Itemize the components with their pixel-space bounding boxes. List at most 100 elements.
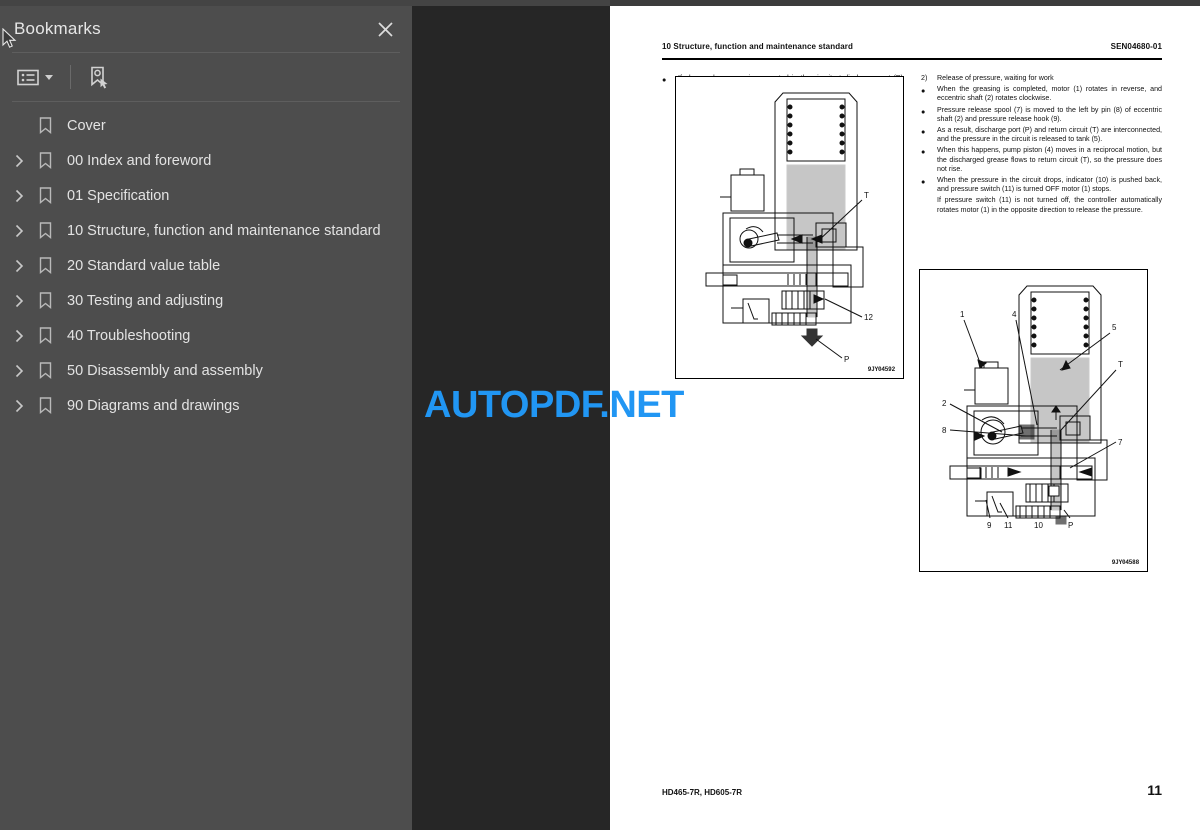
bookmark-icon (32, 115, 58, 137)
figure-2-callout-4: 4 (1012, 310, 1017, 319)
bookmark-icon (32, 360, 58, 382)
bookmark-label: 20 Standard value table (67, 257, 221, 274)
pdf-page: 10 Structure, function and maintenance s… (610, 6, 1200, 830)
pdf-reader-window: Bookmarks Cover 00 Index and foreword 01… (0, 0, 1200, 830)
header-section-title: 10 Structure, function and maintenance s… (662, 42, 853, 51)
bookmark-label: 00 Index and foreword (67, 152, 212, 169)
right-column: 2) Release of pressure, waiting for work… (921, 74, 1162, 217)
expand-placeholder (8, 115, 30, 137)
document-viewer[interactable]: 10 Structure, function and maintenance s… (412, 0, 1200, 830)
viewer-gutter (412, 6, 610, 830)
bullet-marker (921, 196, 937, 214)
paragraph-text: As a result, discharge port (P) and retu… (937, 126, 1162, 144)
bookmark-label: 30 Testing and adjusting (67, 292, 224, 309)
figure-grease-pump-safety-valve: T 12 P 9JY04592 (675, 76, 904, 379)
figure-2-callout-8: 8 (942, 426, 947, 435)
bookmark-icon (32, 220, 58, 242)
footer-model-name: HD465-7R, HD605-7R (662, 788, 743, 797)
bullet-marker: ● (921, 147, 926, 157)
paragraph: ● When the pressure in the circuit drops… (921, 176, 1162, 194)
figure-1-code: 9JY04592 (867, 366, 895, 373)
chevron-right-icon[interactable] (8, 150, 30, 172)
bookmark-item-40-troubleshooting[interactable]: 40 Troubleshooting (0, 318, 412, 353)
figure-2-callout-5: 5 (1112, 323, 1117, 332)
chevron-down-icon (45, 74, 53, 80)
chevron-right-icon[interactable] (8, 220, 30, 242)
footer-page-number: 11 (1147, 782, 1162, 798)
paragraph-text: Pressure release spool (7) is moved to t… (937, 105, 1162, 123)
chevron-right-icon[interactable] (8, 255, 30, 277)
bookmark-item-cover[interactable]: Cover (0, 108, 412, 143)
bookmark-icon (32, 255, 58, 277)
figure-2-callout-2: 2 (942, 399, 947, 408)
bookmark-label: 40 Troubleshooting (67, 327, 191, 344)
bookmark-icon (32, 395, 58, 417)
bookmark-item-50-disassembly-and-assembly[interactable]: 50 Disassembly and assembly (0, 353, 412, 388)
figure-1-callout-12: 12 (864, 313, 873, 322)
top-strip-dark-segment (610, 0, 1200, 6)
bookmarks-sidebar: Bookmarks Cover 00 Index and foreword 01… (0, 0, 412, 830)
bullet-marker: ● (921, 127, 926, 137)
bookmark-icon (32, 150, 58, 172)
bullet-marker: ● (921, 177, 926, 187)
header-document-code: SEN04680-01 (1110, 42, 1162, 51)
paragraph-text: If pressure switch (11) is not turned of… (937, 196, 1162, 214)
bookmark-item-01-specification[interactable]: 01 Specification (0, 178, 412, 213)
paragraph-text: When the pressure in the circuit drops, … (937, 176, 1162, 194)
bookmark-list: Cover 00 Index and foreword 01 Specifica… (0, 102, 412, 423)
paragraph: 2) Release of pressure, waiting for work (921, 74, 1162, 83)
paragraph-text: Release of pressure, waiting for work (937, 74, 1054, 82)
figure-1-callout-P: P (844, 355, 849, 364)
bullet-marker: ● (921, 86, 926, 96)
close-icon (377, 21, 393, 37)
figure-grease-pump-pressure-release: 1 4 5 T 2 8 7 9 11 10 P 9JY04588 (919, 269, 1148, 572)
bookmark-icon (32, 325, 58, 347)
paragraph: ● When the greasing is completed, motor … (921, 85, 1162, 103)
page-title: Bookmarks (14, 19, 101, 38)
figure-2-code: 9JY04588 (1111, 559, 1139, 566)
bookmark-item-10-structure-function-and-maintenance-standard[interactable]: 10 Structure, function and maintenance s… (0, 213, 412, 248)
bookmark-item-00-index-and-foreword[interactable]: 00 Index and foreword (0, 143, 412, 178)
document-footer: HD465-7R, HD605-7R 11 (662, 782, 1162, 798)
chevron-right-icon[interactable] (8, 290, 30, 312)
paragraph: ● When this happens, pump piston (4) mov… (921, 146, 1162, 174)
bullet-marker: ● (921, 106, 926, 116)
new-bookmark-button[interactable] (85, 62, 113, 93)
bookmark-item-30-testing-and-adjusting[interactable]: 30 Testing and adjusting (0, 283, 412, 318)
paragraph: ● Pressure release spool (7) is moved to… (921, 106, 1162, 124)
chevron-right-icon[interactable] (8, 185, 30, 207)
bookmark-label: Cover (67, 117, 106, 134)
close-button[interactable] (372, 16, 398, 42)
bookmark-icon (32, 185, 58, 207)
paragraph: ● As a result, discharge port (P) and re… (921, 126, 1162, 144)
bookmark-icon (32, 290, 58, 312)
list-marker: 2) (921, 74, 928, 82)
new-bookmark-icon (91, 66, 108, 88)
chevron-right-icon[interactable] (8, 325, 30, 347)
bookmarks-header: Bookmarks (0, 6, 412, 52)
bookmarks-toolbar (0, 53, 412, 101)
figure-1-callout-T: T (864, 191, 869, 200)
list-options-button[interactable] (14, 65, 56, 90)
paragraph-text: When the greasing is completed, motor (1… (937, 85, 1162, 103)
paragraph-text: When this happens, pump piston (4) moves… (937, 146, 1162, 173)
bookmark-label: 90 Diagrams and drawings (67, 397, 240, 414)
figure-2-callout-10: 10 (1034, 521, 1043, 530)
figure-2-callout-T: T (1118, 360, 1123, 369)
bookmark-label: 10 Structure, function and maintenance s… (67, 222, 381, 239)
window-top-strip (0, 0, 1200, 6)
bookmark-item-90-diagrams-and-drawings[interactable]: 90 Diagrams and drawings (0, 388, 412, 423)
bookmark-label: 50 Disassembly and assembly (67, 362, 263, 379)
figure-1-drawing: T 12 P (705, 92, 873, 364)
chevron-right-icon[interactable] (8, 360, 30, 382)
list-options-icon (17, 69, 39, 85)
paragraph: If pressure switch (11) is not turned of… (921, 196, 1162, 214)
figure-2-callout-P: P (1068, 521, 1073, 530)
bookmark-item-20-standard-value-table[interactable]: 20 Standard value table (0, 248, 412, 283)
figure-2-callout-1: 1 (960, 310, 965, 319)
header-rule (662, 58, 1162, 60)
document-header: 10 Structure, function and maintenance s… (662, 42, 1162, 51)
figure-2-callout-11: 11 (1004, 521, 1013, 530)
figure-2-callout-9: 9 (987, 521, 992, 530)
chevron-right-icon[interactable] (8, 395, 30, 417)
